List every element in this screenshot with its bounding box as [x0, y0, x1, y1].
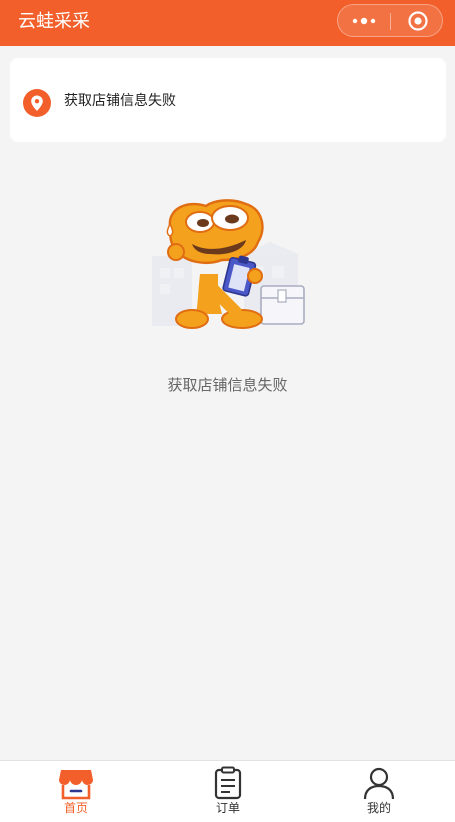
bottom-tab-bar: 首页 订单 我的 [0, 760, 455, 822]
tab-home[interactable]: 首页 [26, 761, 126, 822]
app-screen: 云蛙采采 获取店铺信息失败 获取店铺信息失败 首页 订单 我的 [0, 0, 455, 822]
empty-state-message: 获取店铺信息失败 [167, 376, 288, 394]
tab-profile[interactable]: 我的 [329, 761, 429, 822]
target-circle-icon [408, 11, 428, 31]
tab-profile-label: 我的 [366, 801, 391, 815]
store-icon [59, 770, 93, 800]
more-dots-icon [352, 17, 376, 25]
close-mini-program-button[interactable] [391, 5, 443, 36]
mini-program-capsule [337, 4, 443, 37]
tab-orders-label: 订单 [215, 801, 240, 815]
tab-home-label: 首页 [63, 801, 88, 815]
store-status-text: 获取店铺信息失败 [64, 93, 176, 109]
top-navigation-bar: 云蛙采采 [0, 0, 455, 46]
user-icon [363, 767, 395, 800]
clipboard-icon [214, 766, 242, 800]
more-button[interactable] [338, 5, 390, 36]
page-title: 云蛙采采 [18, 11, 90, 32]
tab-orders[interactable]: 订单 [178, 761, 278, 822]
location-pin-icon [23, 89, 51, 117]
store-info-card[interactable]: 获取店铺信息失败 [10, 58, 446, 142]
frog-mascot-illustration [152, 199, 305, 329]
